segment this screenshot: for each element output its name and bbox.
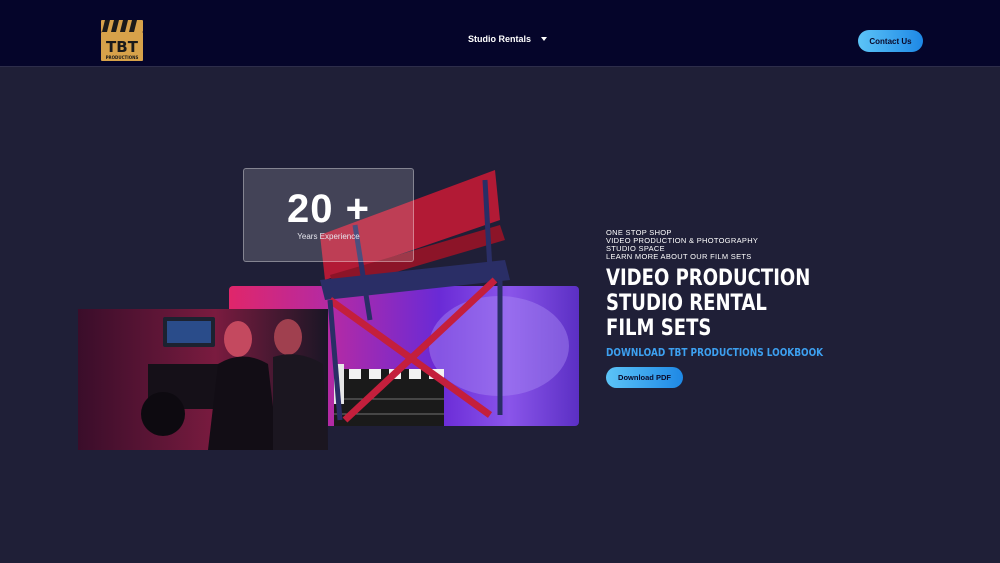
years-experience-card: 20 + Years Experience	[243, 168, 414, 262]
caret-down-icon	[541, 37, 548, 41]
headline-line: STUDIO RENTAL	[606, 291, 767, 316]
contact-us-button[interactable]: Contact Us	[858, 30, 923, 52]
headline-line: FILM SETS	[606, 316, 712, 341]
site-header: TBT PRODUCTIONS Studio Rentals Contact U…	[0, 0, 1000, 67]
tbt-productions-logo-icon[interactable]: TBT PRODUCTIONS	[100, 19, 144, 62]
download-pdf-button[interactable]: Download PDF	[606, 367, 683, 388]
logo-subtext: PRODUCTIONS	[106, 55, 139, 60]
hero-headline: VIDEO PRODUCTION STUDIO RENTAL FILM SETS	[606, 266, 810, 341]
headline-line: VIDEO PRODUCTION	[606, 266, 811, 291]
crew-scene	[141, 317, 328, 450]
nav-studio-rentals-label: Studio Rentals	[468, 34, 532, 44]
hero-eyebrow: ONE STOP SHOP VIDEO PRODUCTION & PHOTOGR…	[606, 229, 758, 261]
nav-studio-rentals[interactable]: Studio Rentals	[468, 34, 548, 44]
download-lookbook-link[interactable]: DOWNLOAD TBT PRODUCTIONS LOOKBOOK	[606, 347, 823, 359]
years-experience-number: 20 +	[287, 187, 370, 231]
logo-text: TBT	[106, 38, 139, 56]
eyebrow-line: LEARN MORE ABOUT OUR FILM SETS	[606, 252, 752, 261]
film-crew-camera-image	[78, 309, 328, 450]
years-experience-label: Years Experience	[297, 232, 360, 241]
